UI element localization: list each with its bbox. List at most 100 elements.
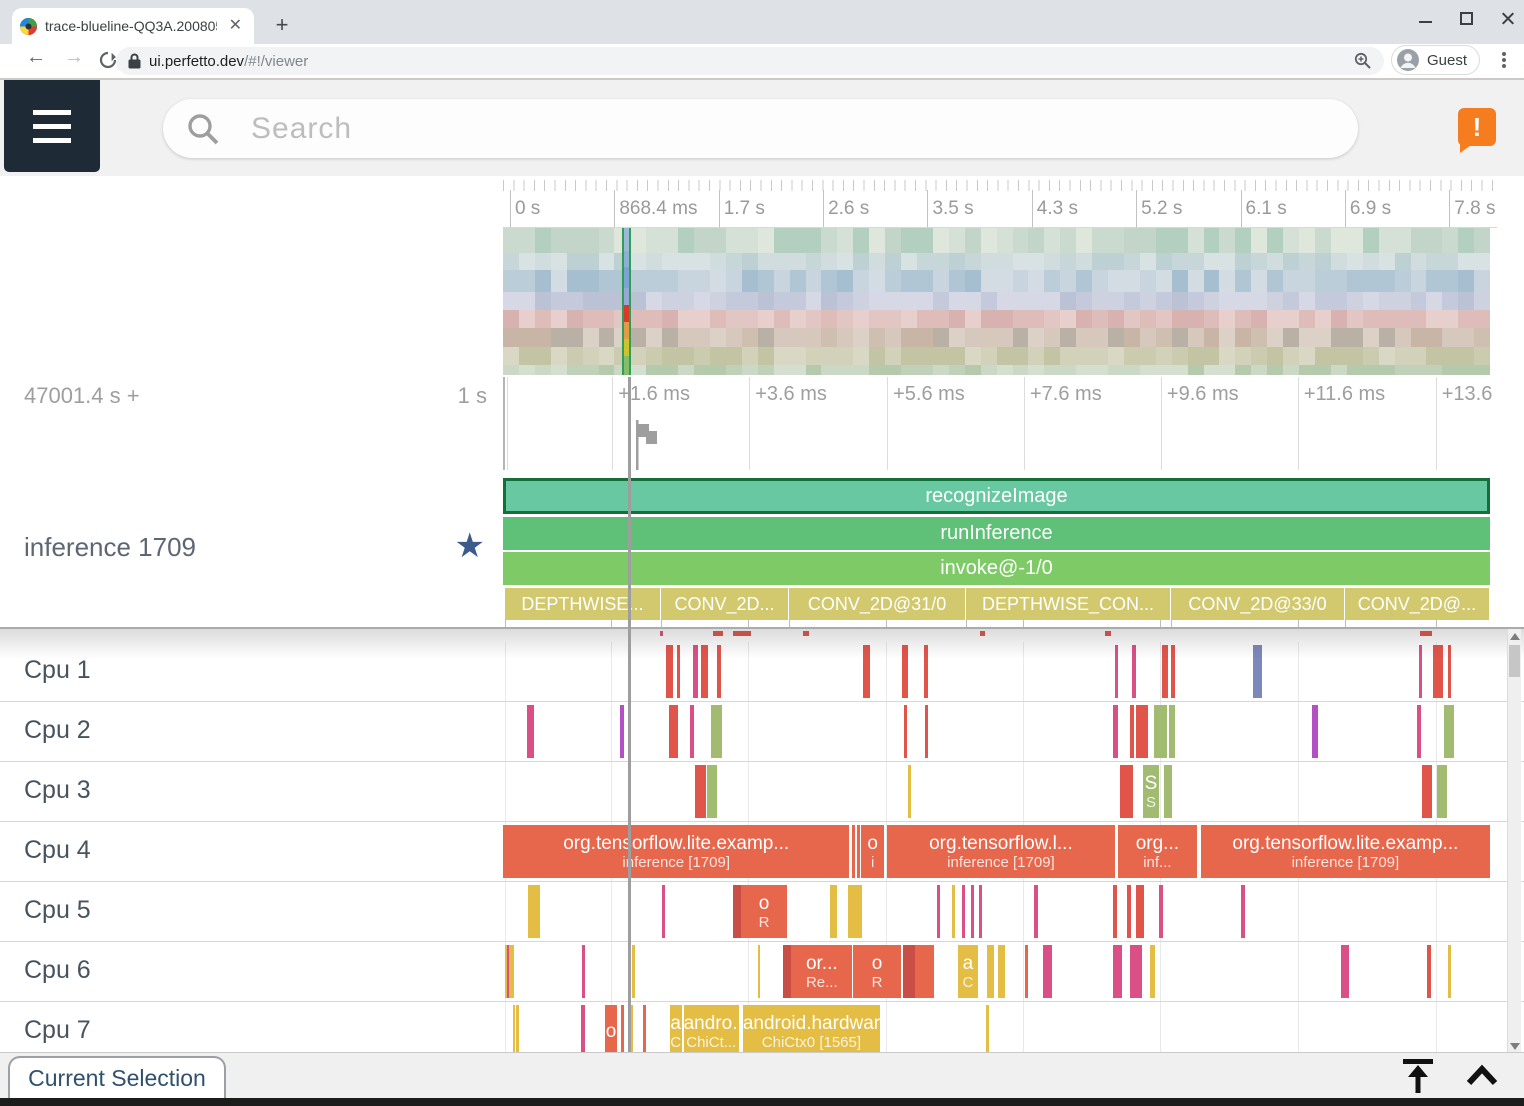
slice[interactable]	[1136, 705, 1149, 758]
slice[interactable]	[662, 885, 665, 938]
slice[interactable]	[830, 885, 837, 938]
slice[interactable]	[783, 945, 791, 998]
slice[interactable]	[1043, 945, 1052, 998]
slice[interactable]	[1034, 885, 1038, 938]
slice[interactable]	[690, 705, 695, 758]
slice[interactable]	[1312, 705, 1318, 758]
slice[interactable]	[1437, 765, 1447, 818]
slice[interactable]	[632, 945, 634, 998]
vertical-scrollbar[interactable]	[1507, 629, 1521, 1052]
zoom-page-icon[interactable]	[1354, 52, 1372, 70]
slice[interactable]	[998, 945, 1005, 998]
slice[interactable]: DEPTHWISE_CON...	[966, 588, 1171, 620]
slice[interactable]: SS	[1143, 765, 1160, 818]
slice[interactable]	[1448, 945, 1452, 998]
slice[interactable]	[857, 825, 859, 878]
window-maximize-button[interactable]	[1460, 12, 1473, 25]
slice[interactable]	[507, 945, 509, 998]
slice[interactable]: oR	[853, 945, 900, 998]
refresh-icon[interactable]	[98, 50, 118, 70]
forward-icon[interactable]: →	[64, 46, 84, 69]
slice[interactable]	[863, 645, 870, 698]
vertical-align-top-icon[interactable]	[1400, 1057, 1436, 1095]
slice[interactable]: org.tensorflow.lite.examp...inference [1…	[503, 825, 849, 878]
cpu-track-lane[interactable]: SS	[503, 762, 1490, 821]
slice[interactable]	[582, 945, 585, 998]
slice[interactable]	[1154, 705, 1167, 758]
slice[interactable]	[1341, 945, 1349, 998]
pinned-track-lane[interactable]: recognizeImagerunInferenceinvoke@-1/0DEP…	[503, 470, 1490, 627]
slice[interactable]	[1130, 945, 1142, 998]
new-tab-button[interactable]: +	[268, 12, 296, 40]
slice[interactable]	[1130, 705, 1134, 758]
slice[interactable]	[1433, 645, 1443, 698]
slice[interactable]: CONV_2D...	[661, 588, 789, 620]
slice[interactable]: recognizeImage	[503, 478, 1490, 514]
slice[interactable]: CONV_2D@31/0	[789, 588, 966, 620]
slice[interactable]	[952, 885, 955, 938]
slice[interactable]	[621, 1005, 623, 1052]
slice[interactable]	[701, 645, 708, 698]
cpu-track-lane[interactable]	[503, 702, 1490, 761]
slice[interactable]: org...inf...	[1118, 825, 1197, 878]
slice[interactable]	[1427, 945, 1431, 998]
window-close-button[interactable]	[1501, 12, 1514, 25]
address-bar[interactable]: ui.perfetto.dev/#!/viewer	[116, 47, 1384, 75]
browser-tab[interactable]: trace-blueline-QQ3A.200805 ✕	[12, 8, 254, 44]
track-label-panel[interactable]: inference 1709 ★	[0, 470, 503, 627]
cpu-track-lane[interactable]: or...Re...oRaC	[503, 942, 1490, 1001]
search-box[interactable]	[163, 99, 1358, 158]
slice[interactable]	[516, 1005, 518, 1052]
slice[interactable]	[513, 1005, 515, 1052]
slice[interactable]	[904, 705, 907, 758]
slice[interactable]: oi	[861, 825, 884, 878]
slice[interactable]	[962, 885, 965, 938]
slice[interactable]	[620, 705, 624, 758]
slice[interactable]: invoke@-1/0	[503, 552, 1490, 585]
slice[interactable]	[924, 645, 928, 698]
slice[interactable]: DEPTHWISE...	[505, 588, 661, 620]
cpu-track-lane[interactable]: org.tensorflow.lite.examp...inference [1…	[503, 822, 1490, 881]
slice[interactable]	[711, 705, 722, 758]
slice[interactable]	[925, 705, 928, 758]
slice[interactable]	[1419, 645, 1422, 698]
slice[interactable]	[1159, 885, 1163, 938]
slice[interactable]	[528, 885, 540, 938]
flag-marker-icon[interactable]	[634, 420, 660, 470]
tab-close-icon[interactable]: ✕	[225, 18, 246, 34]
slice[interactable]: andro...ChiCt...	[684, 1005, 739, 1052]
slice[interactable]	[1162, 645, 1168, 698]
trace-overview-minimap[interactable]	[503, 228, 1490, 375]
slice[interactable]	[903, 945, 915, 998]
slice[interactable]	[693, 645, 697, 698]
slice[interactable]	[987, 945, 994, 998]
slice[interactable]	[1164, 765, 1172, 818]
slice[interactable]	[1444, 705, 1455, 758]
slice[interactable]	[505, 945, 514, 998]
error-bubble-icon[interactable]: !	[1458, 108, 1496, 146]
slice[interactable]	[971, 885, 974, 938]
back-icon[interactable]: ←	[26, 46, 46, 69]
timeline-ruler[interactable]: 0 s868.4 ms1.7 s2.6 s3.5 s4.3 s5.2 s6.1 …	[503, 180, 1497, 228]
slice[interactable]	[695, 765, 706, 818]
slice[interactable]: CONV_2D@...	[1345, 588, 1490, 620]
slice[interactable]	[1132, 645, 1136, 698]
slice[interactable]	[848, 885, 862, 938]
slice[interactable]	[1253, 645, 1262, 698]
slice[interactable]	[1169, 705, 1175, 758]
slice[interactable]	[666, 645, 673, 698]
scroll-up-icon[interactable]	[1510, 633, 1520, 640]
slice[interactable]	[1113, 945, 1122, 998]
slice[interactable]	[1120, 765, 1133, 818]
scroll-down-icon[interactable]	[1510, 1043, 1520, 1050]
slice[interactable]: or...Re...	[791, 945, 852, 998]
slice[interactable]: CONV_2D@33/0	[1171, 588, 1345, 620]
minimap-viewport-selection[interactable]	[622, 228, 631, 375]
slice[interactable]	[937, 885, 940, 938]
slice[interactable]	[1171, 645, 1174, 698]
search-input[interactable]	[249, 111, 1149, 147]
slice[interactable]	[669, 705, 678, 758]
slice[interactable]	[979, 885, 982, 938]
slice[interactable]	[1448, 645, 1451, 698]
slice[interactable]	[915, 945, 935, 998]
